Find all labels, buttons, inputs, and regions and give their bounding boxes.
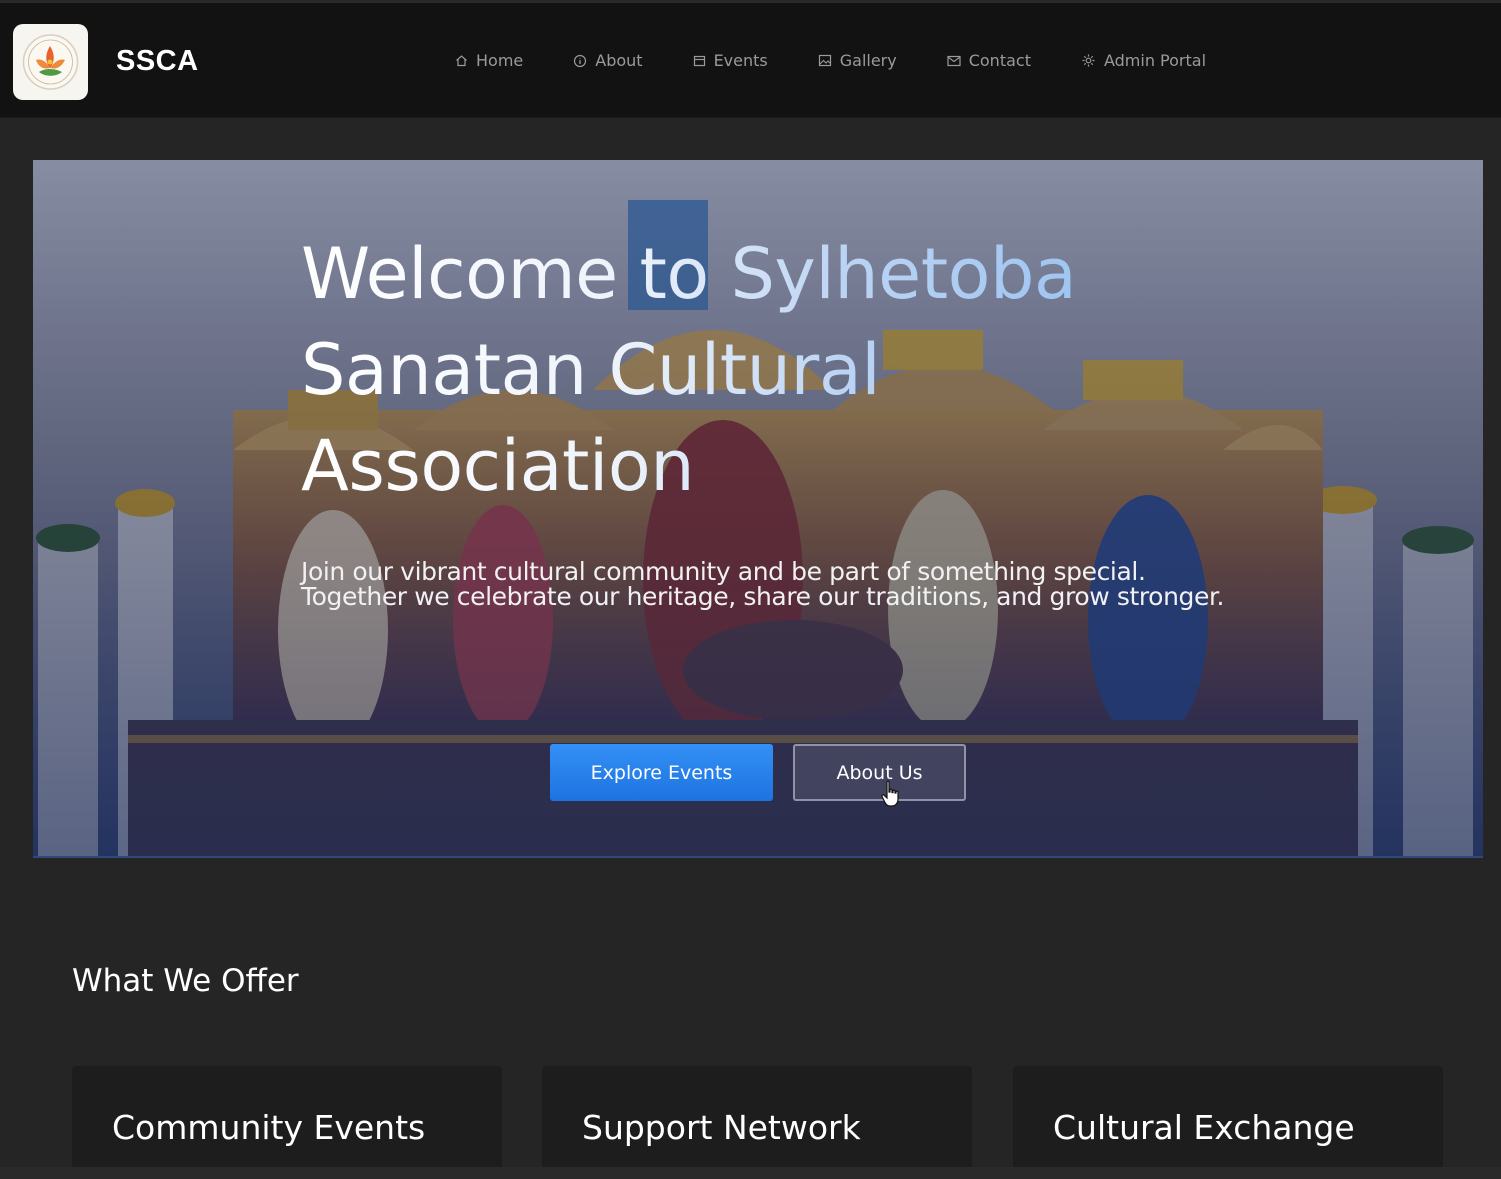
hand-cursor-icon	[881, 780, 899, 807]
offer-card-community-events[interactable]: Community Events	[72, 1066, 502, 1179]
nav-admin-portal-label: Admin Portal	[1103, 51, 1207, 70]
nav-contact-label: Contact	[968, 51, 1031, 70]
offer-card-title: Cultural Exchange	[1053, 1108, 1355, 1147]
explore-events-button[interactable]: Explore Events	[550, 744, 773, 801]
nav-home-label: Home	[476, 51, 524, 70]
nav-home[interactable]: Home	[455, 51, 523, 70]
logo[interactable]	[13, 24, 88, 100]
offer-card-title: Support Network	[582, 1108, 861, 1147]
calendar-icon	[693, 54, 706, 67]
offer-card-support-network[interactable]: Support Network	[542, 1066, 972, 1179]
nav-gallery-label: Gallery	[839, 51, 897, 70]
gear-icon	[1081, 53, 1096, 68]
nav-gallery[interactable]: Gallery	[818, 51, 897, 70]
window-bottom-edge	[0, 1167, 1501, 1179]
offer-card-title: Community Events	[112, 1108, 426, 1147]
what-we-offer-heading: What We Offer	[72, 963, 299, 999]
hero-subtitle: Join our vibrant cultural community and …	[301, 557, 1225, 611]
hero-banner: Welcome to Sylhetoba Sanatan Cultural As…	[33, 160, 1483, 858]
nav-events-label: Events	[713, 51, 768, 70]
nav-contact[interactable]: Contact	[947, 51, 1031, 70]
nav-about-label: About	[595, 51, 643, 70]
lotus-logo-icon	[22, 34, 79, 90]
nav-admin-portal[interactable]: Admin Portal	[1081, 51, 1206, 70]
nav-about[interactable]: About	[573, 51, 643, 70]
brand-name[interactable]: SSCA	[116, 45, 199, 78]
home-icon	[455, 54, 468, 67]
nav-events[interactable]: Events	[693, 51, 768, 70]
main-nav: Home About Events Gallery Contact Admin …	[455, 51, 1206, 70]
image-icon	[818, 54, 832, 67]
mail-icon	[947, 55, 961, 67]
info-icon	[573, 54, 587, 68]
offer-card-cultural-exchange[interactable]: Cultural Exchange	[1013, 1066, 1443, 1179]
site-header: SSCA Home About Events Gallery Contact A…	[0, 0, 1501, 118]
hero-title: Welcome to Sylhetoba Sanatan Cultural As…	[301, 226, 1201, 514]
